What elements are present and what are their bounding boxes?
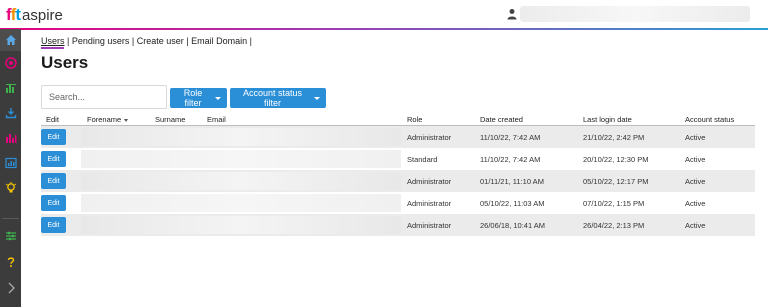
cell-account-status: Active: [685, 155, 706, 164]
sidebar: [0, 29, 21, 307]
sidebar-item-lightbulb[interactable]: [0, 177, 21, 199]
caret-down-icon: [215, 96, 221, 100]
edit-button[interactable]: Edit: [41, 129, 66, 145]
table-row: Edit Administrator 11/10/22, 7:42 AM 21/…: [41, 126, 755, 148]
sidebar-item-target[interactable]: [0, 52, 21, 74]
search-input[interactable]: [41, 85, 167, 109]
redacted-user-details: [81, 128, 401, 146]
help-icon: [7, 257, 14, 267]
cell-role: Administrator: [407, 133, 452, 142]
sidebar-divider: [2, 218, 19, 219]
cell-account-status: Active: [685, 221, 706, 230]
column-header-date-created[interactable]: Date created: [480, 115, 523, 124]
user-name-redacted[interactable]: [520, 6, 750, 22]
nav-link-create-user[interactable]: Create user: [137, 36, 184, 46]
caret-down-icon: [314, 96, 320, 100]
cell-date-created: 11/10/22, 7:42 AM: [480, 155, 541, 164]
nav-separator: |: [129, 36, 137, 46]
cell-role: Administrator: [407, 177, 452, 186]
cell-role: Administrator: [407, 199, 452, 208]
nav-link-users[interactable]: Users: [41, 36, 65, 46]
app-logo[interactable]: fft aspire: [6, 5, 63, 25]
chart-icon: [5, 84, 16, 93]
redacted-user-details: [81, 216, 401, 234]
sidebar-item-download[interactable]: [0, 102, 21, 124]
table-row: Edit Administrator 05/10/22, 11:03 AM 07…: [41, 192, 755, 214]
nav-separator: |: [247, 36, 252, 46]
download-icon: [5, 108, 16, 119]
column-header-account-status[interactable]: Account status: [685, 115, 734, 124]
redacted-user-details: [81, 194, 401, 212]
cell-account-status: Active: [685, 133, 706, 142]
nav-active-indicator: [41, 47, 64, 49]
cell-last-login: 21/10/22, 2:42 PM: [583, 133, 645, 142]
role-filter-label: Role filter: [183, 88, 203, 108]
nav-link-email-domain[interactable]: Email Domain: [191, 36, 247, 46]
column-header-edit: Edit: [46, 115, 59, 124]
report-icon: [4, 157, 17, 169]
cell-date-created: 26/06/18, 10:41 AM: [480, 221, 546, 230]
expand-icon: [8, 282, 15, 294]
sidebar-item-report[interactable]: [0, 152, 21, 174]
sidebar-item-chart[interactable]: [0, 77, 21, 99]
target-icon: [4, 57, 17, 69]
sidebar-expand-toggle[interactable]: [0, 277, 21, 299]
home-icon: [5, 35, 16, 45]
users-table: Edit Forename Surname Email Role Date cr…: [41, 112, 755, 236]
sidebar-item-home[interactable]: [0, 29, 21, 51]
table-row: Edit Standard 11/10/22, 7:42 AM 20/10/22…: [41, 148, 755, 170]
edit-button[interactable]: Edit: [41, 195, 66, 211]
sliders-icon: [5, 231, 16, 241]
cell-last-login: 07/10/22, 1:15 PM: [583, 199, 645, 208]
cell-date-created: 05/10/22, 11:03 AM: [480, 199, 545, 208]
account-status-filter-label: Account status filter: [242, 88, 303, 108]
role-filter-button[interactable]: Role filter: [170, 88, 227, 108]
logo-brand: fft: [6, 5, 21, 24]
cell-account-status: Active: [685, 199, 706, 208]
table-header: Edit Forename Surname Email Role Date cr…: [41, 112, 755, 126]
sidebar-item-settings[interactable]: [0, 225, 21, 247]
header-accent-line: [0, 28, 768, 30]
cell-date-created: 01/11/21, 11:10 AM: [480, 177, 544, 186]
sub-navigation: Users | Pending users | Create user | Em…: [41, 36, 252, 46]
table-row: Edit Administrator 01/11/21, 11:10 AM 05…: [41, 170, 755, 192]
bar-chart-icon: [5, 134, 16, 143]
user-icon[interactable]: [507, 8, 517, 20]
redacted-user-details: [81, 150, 401, 168]
column-header-role[interactable]: Role: [407, 115, 422, 124]
edit-button[interactable]: Edit: [41, 173, 66, 189]
page-title: Users: [41, 53, 89, 72]
column-header-forename[interactable]: Forename: [87, 115, 129, 124]
redacted-user-details: [81, 172, 401, 190]
table-row: Edit Administrator 26/06/18, 10:41 AM 26…: [41, 214, 755, 236]
lightbulb-icon: [5, 182, 16, 193]
cell-last-login: 05/10/22, 12:17 PM: [583, 177, 649, 186]
column-header-forename-label: Forename: [87, 115, 122, 124]
account-status-filter-button[interactable]: Account status filter: [230, 88, 326, 108]
column-header-email[interactable]: Email: [207, 115, 226, 124]
cell-last-login: 26/04/22, 2:13 PM: [583, 221, 645, 230]
cell-date-created: 11/10/22, 7:42 AM: [480, 133, 541, 142]
edit-button[interactable]: Edit: [41, 151, 66, 167]
column-header-last-login[interactable]: Last login date: [583, 115, 632, 124]
column-header-surname[interactable]: Surname: [155, 115, 185, 124]
nav-link-pending-users[interactable]: Pending users: [72, 36, 130, 46]
sidebar-item-help[interactable]: [0, 251, 21, 273]
sidebar-item-bar-chart[interactable]: [0, 127, 21, 149]
cell-account-status: Active: [685, 177, 706, 186]
edit-button[interactable]: Edit: [41, 217, 66, 233]
nav-separator: |: [64, 36, 72, 46]
cell-role: Standard: [407, 155, 438, 164]
sort-caret-icon: [124, 118, 129, 122]
logo-product: aspire: [22, 7, 63, 24]
cell-last-login: 20/10/22, 12:30 PM: [583, 155, 649, 164]
top-bar: fft aspire: [0, 0, 768, 29]
cell-role: Administrator: [407, 221, 452, 230]
